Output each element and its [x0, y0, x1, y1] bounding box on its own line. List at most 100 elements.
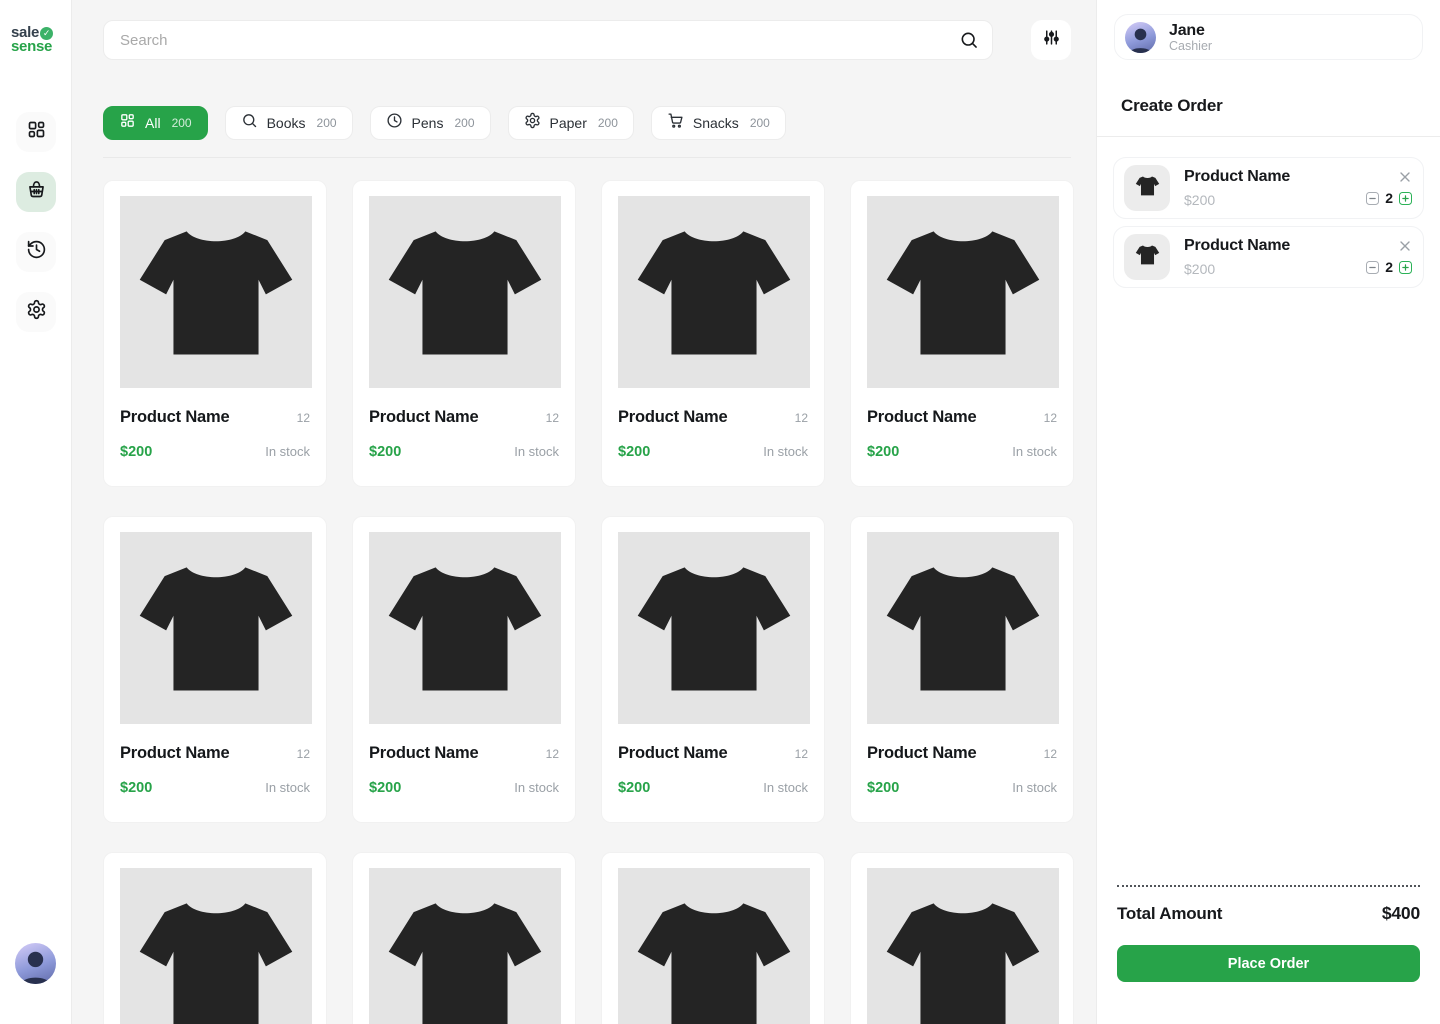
tshirt-image [875, 202, 1051, 383]
order-item-price: $200 [1184, 192, 1290, 208]
product-card[interactable]: Product Name 12 $200 In stock [352, 180, 576, 487]
product-price: $200 [618, 444, 650, 460]
remove-item-icon[interactable] [1399, 170, 1411, 182]
sidebar-nav [16, 112, 56, 332]
product-image [369, 868, 561, 1024]
search-icon[interactable] [959, 30, 979, 50]
basket-icon [26, 179, 47, 205]
tshirt-icon [1134, 241, 1161, 273]
product-price: $200 [369, 780, 401, 796]
tshirt-image [128, 538, 304, 719]
product-stock-badge: In stock [265, 444, 310, 459]
product-count: 12 [297, 411, 310, 425]
product-count: 12 [1044, 747, 1057, 761]
product-card[interactable]: Product Name 12 $200 In stock [103, 180, 327, 487]
user-card[interactable]: Jane Cashier [1114, 14, 1423, 60]
increase-quantity-icon[interactable] [1399, 192, 1412, 205]
tshirt-image [128, 202, 304, 383]
product-price: $200 [867, 780, 899, 796]
chip-label: Books [267, 115, 306, 131]
tshirt-icon [1134, 172, 1161, 204]
product-card[interactable]: Product Name 12 $200 In stock [601, 516, 825, 823]
chip-count: 200 [750, 116, 770, 130]
product-count: 12 [1044, 411, 1057, 425]
order-panel: Jane Cashier Create Order Product Name $… [1096, 0, 1440, 1024]
product-card[interactable]: Product Name 12 $200 In stock [352, 516, 576, 823]
chip-label: All [145, 115, 161, 131]
product-grid: Product Name 12 $200 In stock Product Na… [103, 180, 1071, 1024]
chip-count: 200 [317, 116, 337, 130]
product-stock-badge: In stock [514, 444, 559, 459]
quantity-stepper: 2 [1366, 190, 1412, 206]
product-stock-badge: In stock [265, 780, 310, 795]
sidebar-item-history[interactable] [16, 232, 56, 272]
quantity-value: 2 [1385, 259, 1393, 275]
brand-logo: sale✓ sense [11, 26, 53, 54]
sidebar-item-settings[interactable] [16, 292, 56, 332]
category-chip-all[interactable]: All 200 [103, 106, 208, 140]
product-image [369, 196, 561, 388]
quantity-stepper: 2 [1366, 259, 1412, 275]
tshirt-image [626, 538, 802, 719]
product-card[interactable]: Product Name 12 $200 In stock [850, 516, 1074, 823]
order-item-thumbnail [1124, 234, 1170, 280]
tshirt-image [875, 874, 1051, 1024]
product-count: 12 [546, 747, 559, 761]
product-card[interactable]: Product Name 12 $200 In stock [601, 852, 825, 1024]
panel-divider [1097, 136, 1440, 137]
product-card[interactable]: Product Name 12 $200 In stock [103, 516, 327, 823]
product-card[interactable]: Product Name 12 $200 In stock [850, 852, 1074, 1024]
product-image [618, 196, 810, 388]
tshirt-image [377, 202, 553, 383]
tshirt-image [626, 874, 802, 1024]
user-avatar [1125, 22, 1156, 53]
tshirt-image [875, 538, 1051, 719]
product-price: $200 [867, 444, 899, 460]
chip-count: 200 [172, 116, 192, 130]
cart-icon [667, 112, 684, 134]
sidebar-item-dashboard[interactable] [16, 112, 56, 152]
category-chip-pens[interactable]: Pens 200 [370, 106, 491, 140]
product-card[interactable]: Product Name 12 $200 In stock [352, 852, 576, 1024]
search-input[interactable] [103, 20, 993, 60]
dashboard-icon [26, 119, 47, 145]
product-image [618, 868, 810, 1024]
order-item-name: Product Name [1184, 168, 1290, 186]
sidebar-user-avatar[interactable] [15, 943, 56, 984]
quantity-value: 2 [1385, 190, 1393, 206]
filters-button[interactable] [1031, 20, 1071, 60]
product-name: Product Name [369, 744, 478, 763]
product-card[interactable]: Product Name 12 $200 In stock [850, 180, 1074, 487]
decrease-quantity-icon[interactable] [1366, 192, 1379, 205]
tshirt-image [377, 538, 553, 719]
product-card[interactable]: Product Name 12 $200 In stock [103, 852, 327, 1024]
chip-count: 200 [598, 116, 618, 130]
decrease-quantity-icon[interactable] [1366, 261, 1379, 274]
sliders-icon [1042, 28, 1061, 52]
tshirt-image [377, 874, 553, 1024]
remove-item-icon[interactable] [1399, 239, 1411, 251]
product-stock-badge: In stock [763, 780, 808, 795]
category-chip-paper[interactable]: Paper 200 [508, 106, 634, 140]
sidebar: sale✓ sense [0, 0, 72, 1024]
product-name: Product Name [120, 744, 229, 763]
product-image [867, 532, 1059, 724]
place-order-button[interactable]: Place Order [1117, 945, 1420, 982]
order-summary: Total Amount $400 Place Order [1097, 885, 1440, 1024]
order-item: Product Name $200 2 [1113, 157, 1424, 219]
category-chip-books[interactable]: Books 200 [225, 106, 353, 140]
chip-label: Paper [550, 115, 587, 131]
product-name: Product Name [618, 408, 727, 427]
product-price: $200 [120, 780, 152, 796]
user-role: Cashier [1169, 39, 1212, 53]
gear-icon [26, 299, 47, 325]
product-image [120, 532, 312, 724]
increase-quantity-icon[interactable] [1399, 261, 1412, 274]
product-image [867, 196, 1059, 388]
sidebar-item-pos[interactable] [16, 172, 56, 212]
product-name: Product Name [369, 408, 478, 427]
category-chip-snacks[interactable]: Snacks 200 [651, 106, 786, 140]
product-card[interactable]: Product Name 12 $200 In stock [601, 180, 825, 487]
history-icon [26, 239, 47, 265]
order-item: Product Name $200 2 [1113, 226, 1424, 288]
